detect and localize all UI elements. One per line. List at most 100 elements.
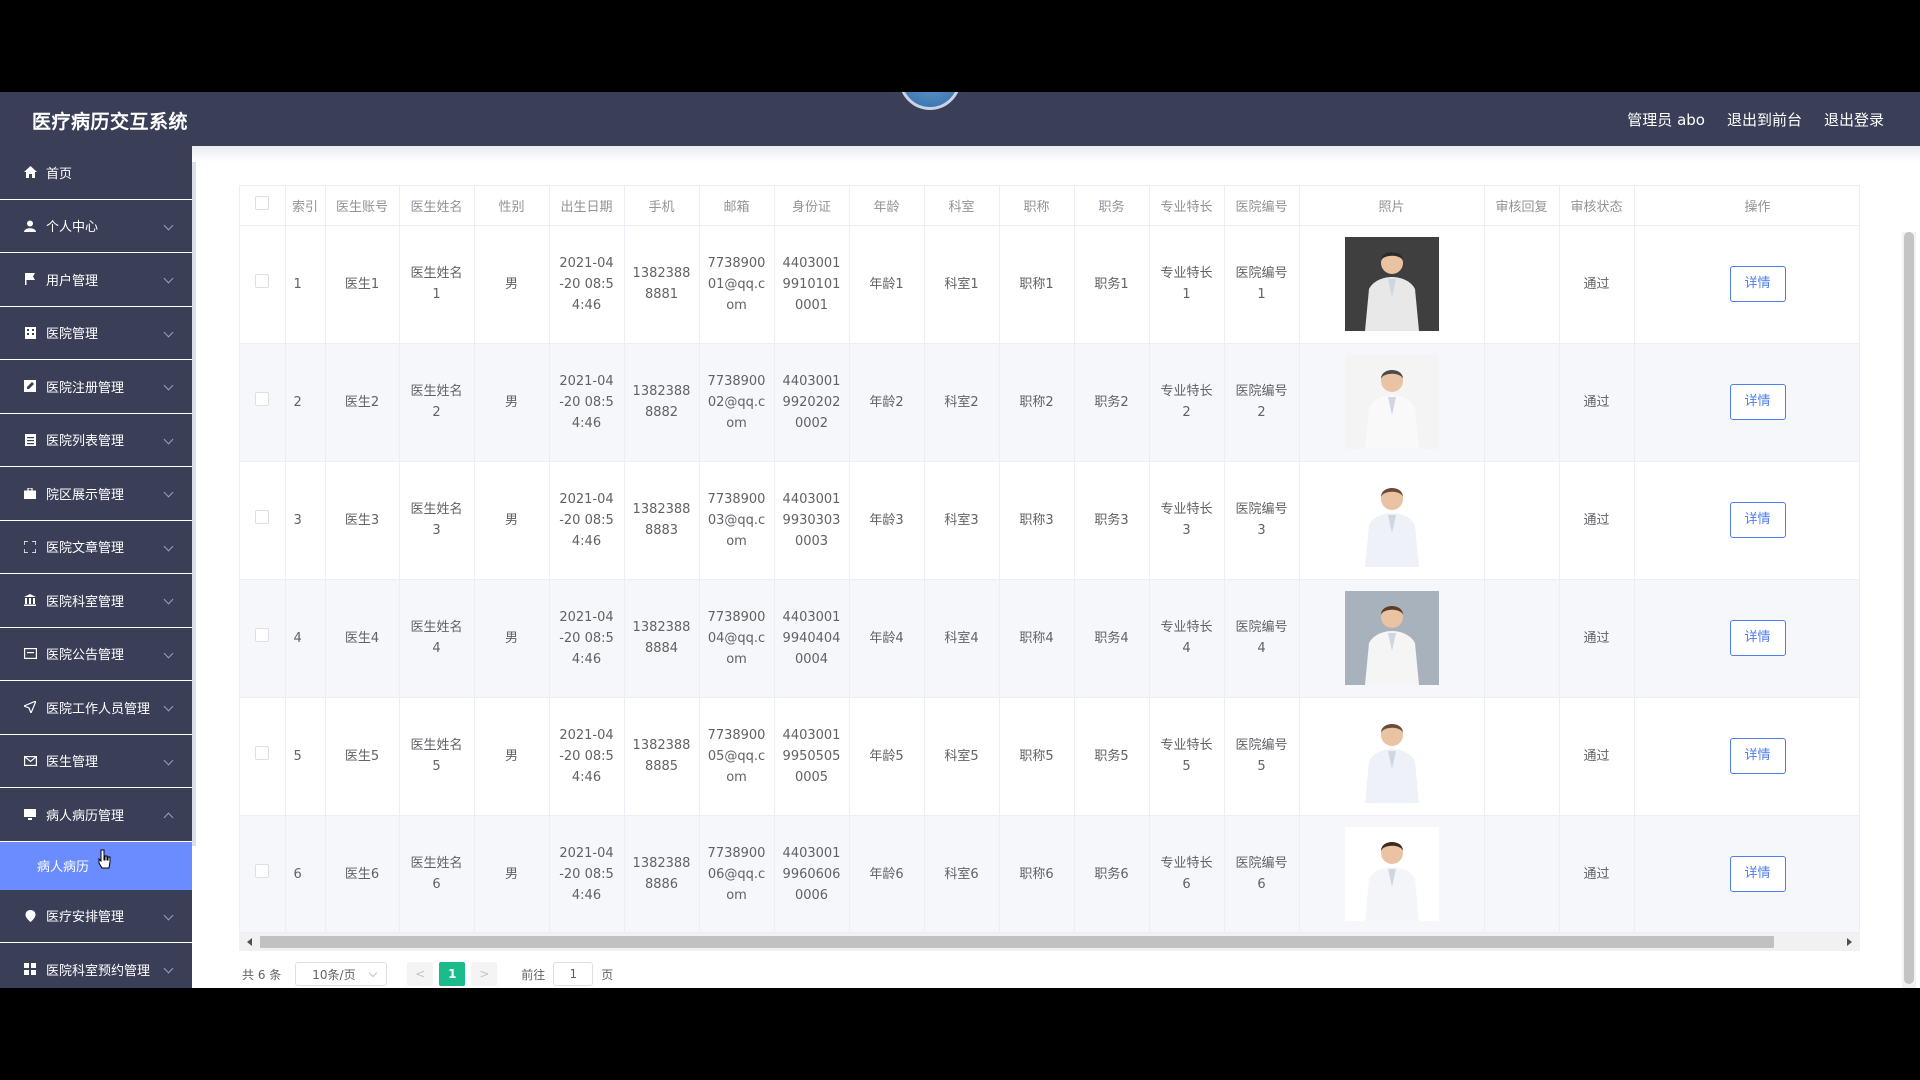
doctor-photo [1344, 827, 1439, 921]
cell-index: 5 [285, 697, 326, 816]
cell-age: 年龄1 [849, 225, 925, 344]
sidebar-item-staff-management[interactable]: 医院工作人员管理 [0, 681, 192, 735]
row-checkbox[interactable] [255, 509, 270, 524]
cell-hospital-no: 医院编号5 [1224, 697, 1300, 816]
cell-account: 医生2 [325, 343, 400, 462]
sidebar-item-campus-display[interactable]: 院区展示管理 [0, 467, 192, 521]
detail-button[interactable]: 详情 [1729, 502, 1786, 538]
sidebar-scrollbar[interactable] [192, 146, 196, 846]
cell-title: 职称3 [999, 461, 1075, 580]
sidebar-item-hospital-registration[interactable]: 医院注册管理 [0, 360, 192, 414]
sidebar-item-patient-records-management[interactable]: 病人病历管理 [0, 788, 192, 842]
sidebar-item-article-management[interactable]: 医院文章管理 [0, 521, 192, 574]
cell-reply [1484, 343, 1560, 462]
header-links: 管理员 abo 退出到前台 退出登录 [1627, 109, 1884, 130]
cell-photo [1299, 697, 1485, 816]
table-row: 4 医生4 医生姓名4 男 2021-04-20 08:54:46 13823888884… [240, 579, 1859, 698]
row-select-cell [240, 815, 286, 932]
cell-photo [1299, 579, 1485, 698]
detail-button[interactable]: 详情 [1729, 266, 1786, 302]
chevron-down-icon [163, 380, 174, 391]
vertical-scrollbar[interactable] [1902, 232, 1916, 988]
sidebar-item-department-appointment[interactable]: 医院科室预约管理 [0, 943, 192, 988]
page-number-current[interactable]: 1 [439, 962, 466, 986]
sidebar-subitem-patient-records[interactable]: 病人病历 [0, 841, 192, 890]
scroll-right-icon[interactable] [1847, 938, 1852, 946]
sidebar-item-home[interactable]: 首页 [0, 146, 192, 200]
sidebar-item-announcement-management[interactable]: 医院公告管理 [0, 628, 192, 681]
cell-email: 773890005@qq.com [699, 697, 775, 816]
row-checkbox[interactable] [255, 273, 270, 288]
sidebar-item-personal-center[interactable]: 个人中心 [0, 200, 192, 253]
cell-action: 详情 [1634, 343, 1859, 462]
sidebar-item-hospital-management[interactable]: 医院管理 [0, 307, 192, 360]
detail-button[interactable]: 详情 [1729, 856, 1786, 892]
row-checkbox[interactable] [255, 391, 270, 406]
cell-birth: 2021-04-20 08:54:46 [549, 225, 625, 344]
chevron-down-icon [163, 220, 174, 230]
doctor-photo [1344, 709, 1439, 803]
sidebar-item-label: 医生管理 [46, 755, 99, 771]
chevron-down-icon [163, 910, 174, 920]
cell-email: 773890003@qq.com [699, 461, 775, 580]
next-page-button[interactable]: > [471, 962, 498, 986]
monitor-icon [22, 807, 38, 821]
goto-page-input[interactable]: 1 [553, 962, 594, 986]
admin-user-link[interactable]: 管理员 abo [1627, 109, 1705, 130]
sidebar-item-department-management[interactable]: 医院科室管理 [0, 574, 192, 628]
cell-title: 职称4 [999, 579, 1075, 698]
cell-hospital-no: 医院编号6 [1224, 815, 1300, 932]
goto-label: 前往 [521, 967, 546, 982]
detail-button[interactable]: 详情 [1729, 384, 1786, 420]
table-row: 2 医生2 医生姓名2 男 2021-04-20 08:54:46 13823888882… [240, 343, 1859, 462]
page-size-select[interactable]: 10条/页 [295, 962, 388, 986]
chevron-down-icon [163, 273, 174, 284]
column-header: 审核状态 [1559, 186, 1635, 226]
cell-status: 通过 [1559, 815, 1635, 932]
cell-birth: 2021-04-20 08:54:46 [549, 579, 625, 698]
detail-button[interactable]: 详情 [1729, 738, 1786, 774]
avatar [899, 92, 961, 110]
cell-position: 职务3 [1074, 461, 1150, 580]
prev-page-button[interactable]: < [407, 962, 434, 986]
cell-id-card: 440300199303030003 [774, 461, 850, 580]
scrollbar-thumb[interactable] [1904, 232, 1914, 984]
row-checkbox[interactable] [255, 627, 270, 642]
logout-link[interactable]: 退出登录 [1824, 109, 1884, 130]
sidebar-item-label: 医院公告管理 [46, 648, 125, 664]
scrollbar-thumb[interactable] [260, 936, 1774, 948]
scroll-left-icon[interactable] [247, 938, 252, 946]
column-header: 专业特长 [1149, 186, 1225, 226]
sidebar-item-user-management[interactable]: 用户管理 [0, 253, 192, 307]
row-checkbox[interactable] [255, 863, 270, 878]
cell-position: 职务4 [1074, 579, 1150, 698]
cell-title: 职称5 [999, 697, 1075, 816]
sidebar-item-hospital-list[interactable]: 医院列表管理 [0, 414, 192, 467]
cell-specialty: 专业特长4 [1149, 579, 1225, 698]
expand-icon [22, 540, 38, 554]
table-row: 3 医生3 医生姓名3 男 2021-04-20 08:54:46 13823888883… [240, 461, 1859, 580]
doctor-photo [1344, 591, 1439, 685]
column-header: 性别 [474, 186, 550, 226]
cell-position: 职务1 [1074, 225, 1150, 344]
cell-phone: 13823888882 [624, 343, 700, 462]
cell-specialty: 专业特长6 [1149, 815, 1225, 932]
cell-age: 年龄4 [849, 579, 925, 698]
sidebar-item-doctor-management[interactable]: 医生管理 [0, 735, 192, 788]
sidebar-item-medical-arrangement[interactable]: 医疗安排管理 [0, 890, 192, 943]
cell-action: 详情 [1634, 815, 1859, 932]
row-checkbox[interactable] [255, 745, 270, 760]
exit-to-frontend-link[interactable]: 退出到前台 [1727, 109, 1802, 130]
sidebar-item-label: 医院列表管理 [46, 434, 125, 450]
cell-gender: 男 [474, 461, 550, 580]
sidebar-item-label: 医院工作人员管理 [46, 701, 151, 717]
select-all-checkbox[interactable] [255, 196, 270, 211]
cell-gender: 男 [474, 815, 550, 932]
row-select-cell [240, 461, 286, 580]
cell-email: 773890001@qq.com [699, 225, 775, 344]
horizontal-scrollbar[interactable] [239, 933, 1860, 951]
detail-button[interactable]: 详情 [1729, 620, 1786, 656]
sidebar-item-label: 医院注册管理 [46, 380, 125, 396]
cell-name: 医生姓名2 [399, 343, 475, 462]
mouse-cursor-icon [98, 849, 111, 869]
